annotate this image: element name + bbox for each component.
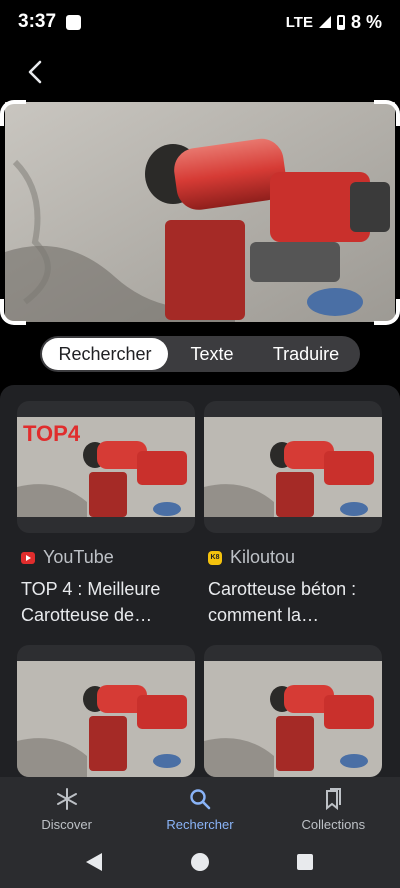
result-title-line: Carotteuse béton : (208, 579, 357, 599)
result-card[interactable] (204, 645, 382, 777)
system-recents-icon[interactable] (297, 854, 313, 870)
nav-rechercher[interactable]: Rechercher (133, 777, 266, 841)
crop-handle-bottom-right[interactable] (374, 299, 400, 325)
result-source-name: Kiloutou (230, 547, 296, 567)
status-bar: 3:37 LTE 8 % (0, 0, 400, 44)
tab-rechercher[interactable]: Rechercher (42, 338, 168, 370)
result-title-line: comment la… (208, 605, 320, 625)
nav-collections[interactable]: Collections (267, 777, 400, 841)
tab-traduire[interactable]: Traduire (256, 338, 356, 370)
back-icon[interactable] (22, 58, 50, 86)
nav-collections-label: Collections (301, 816, 366, 832)
crop-handle-bottom-left[interactable] (0, 299, 26, 325)
query-image (5, 102, 395, 322)
system-back-icon[interactable] (86, 853, 102, 871)
nav-rechercher-label: Rechercher (166, 816, 234, 832)
top-bar (0, 44, 400, 100)
signal-icon (318, 16, 331, 28)
crop-handle-top-right[interactable] (374, 100, 400, 126)
asterisk-icon (56, 787, 77, 810)
result-thumbnail: TOP4 (17, 401, 195, 533)
thumbnail-badge-text: TOP4 (23, 421, 81, 446)
system-home-icon[interactable] (191, 853, 209, 871)
system-nav-bar (0, 841, 400, 888)
result-source: K8 Kiloutou (208, 547, 382, 568)
nav-discover-label: Discover (41, 816, 92, 832)
bottom-nav: Discover Rechercher Collections (0, 777, 400, 841)
crop-handle-top-left[interactable] (0, 100, 26, 126)
network-label: LTE (285, 13, 313, 31)
result-card[interactable]: K8 Kiloutou Carotteuse béton : comment l… (204, 401, 382, 628)
battery-percent: 8 % (350, 11, 382, 32)
mode-tabs: Rechercher Texte Traduire (40, 336, 360, 372)
result-thumbnail (204, 401, 382, 533)
status-time: 3:37 (18, 11, 57, 32)
selected-image-area[interactable] (0, 100, 400, 325)
result-card[interactable]: TOP4 YouTube TOP 4 : Meilleure Carotteus… (17, 401, 195, 628)
result-title[interactable]: TOP 4 : Meilleure Carotteuse de… (21, 576, 195, 628)
result-source-name: YouTube (43, 547, 114, 567)
kiloutou-icon: K8 (208, 550, 222, 565)
notification-icon (66, 14, 82, 30)
result-thumbnail (204, 645, 382, 777)
status-right: LTE 8 % (286, 12, 382, 33)
youtube-icon (21, 551, 35, 564)
result-title-line: TOP 4 : Meilleure (21, 579, 161, 599)
bookmarks-icon (326, 787, 342, 810)
result-title-line: Carotteuse de… (21, 605, 153, 625)
search-icon (190, 788, 211, 809)
result-thumbnail (17, 645, 195, 777)
tab-texte[interactable]: Texte (168, 338, 256, 370)
result-source: YouTube (21, 547, 195, 568)
nav-discover[interactable]: Discover (0, 777, 133, 841)
results-panel: TOP4 YouTube TOP 4 : Meilleure Carotteus… (0, 385, 400, 777)
result-title[interactable]: Carotteuse béton : comment la… (208, 576, 382, 628)
result-card[interactable] (17, 645, 195, 777)
battery-icon (336, 14, 345, 30)
